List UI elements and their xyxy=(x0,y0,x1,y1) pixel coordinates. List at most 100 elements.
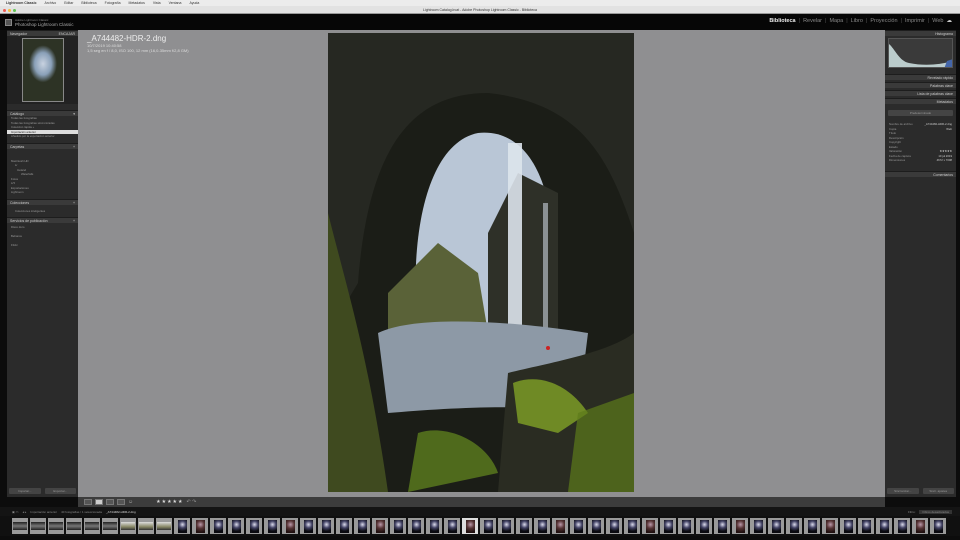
keyword-list-header[interactable]: Lista de palabras clave xyxy=(885,90,956,96)
publish-item[interactable]: Behance xyxy=(7,232,78,241)
filmstrip-thumbnail[interactable] xyxy=(840,518,856,534)
metadata-value[interactable]: Web xyxy=(946,127,952,132)
filmstrip-thumbnail[interactable] xyxy=(282,518,298,534)
folder-item[interactable]: Lightroom xyxy=(7,190,78,195)
filmstrip-source[interactable]: Importación anterior xyxy=(30,510,57,514)
menu-app[interactable]: Lightroom Classic xyxy=(6,1,37,5)
compare-view-icon[interactable] xyxy=(106,499,114,505)
module-biblioteca[interactable]: Biblioteca xyxy=(769,18,795,24)
filmstrip-thumbnail[interactable] xyxy=(354,518,370,534)
filmstrip-thumbnail[interactable] xyxy=(462,518,478,534)
histogram-header[interactable]: Histograma xyxy=(885,30,956,36)
filmstrip-thumbnail[interactable] xyxy=(894,518,910,534)
filmstrip-thumbnail[interactable] xyxy=(498,518,514,534)
filmstrip-thumbnail[interactable] xyxy=(120,518,136,534)
menu-fotografia[interactable]: Fotografía xyxy=(105,1,121,5)
filmstrip-thumbnail[interactable] xyxy=(264,518,280,534)
filmstrip-thumbnail[interactable] xyxy=(30,518,46,534)
filter-select[interactable]: Filtros desactivados xyxy=(919,509,952,514)
sync-settings-button[interactable]: Sincr. ajustes xyxy=(922,488,954,494)
keywording-header[interactable]: Palabras clave xyxy=(885,82,956,88)
filmstrip-thumbnail[interactable] xyxy=(624,518,640,534)
quick-develop-header[interactable]: Revelado rápido xyxy=(885,74,956,80)
navigator-preview[interactable] xyxy=(7,36,78,104)
menu-ventana[interactable]: Ventana xyxy=(169,1,182,5)
filmstrip-thumbnail[interactable] xyxy=(300,518,316,534)
filmstrip-thumbnail[interactable] xyxy=(822,518,838,534)
metadata-header[interactable]: Metadatos xyxy=(885,98,956,104)
menu-ayuda[interactable]: Ayuda xyxy=(189,1,199,5)
export-button[interactable]: Exportar... xyxy=(44,488,76,494)
metadata-value[interactable]: 4672 x 7008 xyxy=(937,158,952,163)
module-proyeccion[interactable]: Proyección xyxy=(870,18,897,24)
navigator-zoom[interactable]: ENCAJAR xyxy=(59,31,75,36)
filmstrip-thumbnail[interactable] xyxy=(642,518,658,534)
sync-metadata-button[interactable]: Sincronizar... xyxy=(887,488,919,494)
filmstrip-thumbnail[interactable] xyxy=(858,518,874,534)
comments-header[interactable]: Comentarios xyxy=(885,170,956,177)
filmstrip-thumbnail[interactable] xyxy=(84,518,100,534)
filmstrip-thumbnail[interactable] xyxy=(102,518,118,534)
collection-item[interactable]: Colecciones inteligentes xyxy=(7,209,78,214)
module-imprimir[interactable]: Imprimir xyxy=(905,18,925,24)
grid-view-icon[interactable] xyxy=(84,499,92,505)
main-photo[interactable] xyxy=(328,33,634,492)
filmstrip-thumbnail[interactable] xyxy=(66,518,82,534)
menu-biblioteca[interactable]: Biblioteca xyxy=(81,1,96,5)
menu-archivo[interactable]: Archivo xyxy=(45,1,57,5)
minimize-button[interactable] xyxy=(8,8,11,12)
import-button[interactable]: Importar... xyxy=(9,488,41,494)
menu-editar[interactable]: Editar xyxy=(64,1,73,5)
filmstrip-thumbnail[interactable] xyxy=(390,518,406,534)
filmstrip-thumbnail[interactable] xyxy=(534,518,550,534)
filmstrip-thumbnail[interactable] xyxy=(138,518,154,534)
rating-stars[interactable]: ★★★★★ xyxy=(156,499,183,505)
filmstrip-thumbnail[interactable] xyxy=(408,518,424,534)
filmstrip-thumbnail[interactable] xyxy=(930,518,946,534)
filmstrip-thumbnail[interactable] xyxy=(876,518,892,534)
survey-view-icon[interactable] xyxy=(117,499,125,505)
filmstrip-thumbnail[interactable] xyxy=(192,518,208,534)
module-web[interactable]: Web xyxy=(932,18,943,24)
nav-arrows[interactable]: ◂ ▸ xyxy=(23,510,27,514)
filmstrip-thumbnail[interactable] xyxy=(696,518,712,534)
filmstrip-thumbnail[interactable] xyxy=(318,518,334,534)
filmstrip-thumbnail[interactable] xyxy=(588,518,604,534)
filmstrip-thumbnail[interactable] xyxy=(804,518,820,534)
filmstrip-thumbnail[interactable] xyxy=(246,518,262,534)
filmstrip-thumbnail[interactable] xyxy=(156,518,172,534)
filmstrip-thumbnail[interactable] xyxy=(660,518,676,534)
menu-vista[interactable]: Vista xyxy=(153,1,161,5)
filmstrip-thumbnail[interactable] xyxy=(228,518,244,534)
filmstrip-thumbnail[interactable] xyxy=(480,518,496,534)
filmstrip-thumbnail[interactable] xyxy=(426,518,442,534)
filmstrip-thumbnail[interactable] xyxy=(48,518,64,534)
filmstrip-thumbnail[interactable] xyxy=(786,518,802,534)
metadata-field[interactable]: Dimensiones 4672 x 7008 xyxy=(885,158,956,163)
filmstrip-thumbnail[interactable] xyxy=(678,518,694,534)
filmstrip-thumbnail[interactable] xyxy=(732,518,748,534)
filmstrip-thumbnail[interactable] xyxy=(714,518,730,534)
loupe-view-icon[interactable] xyxy=(95,499,103,505)
metadata-preset-select[interactable]: Predeterminado xyxy=(888,110,953,116)
close-button[interactable] xyxy=(3,8,6,12)
module-libro[interactable]: Libro xyxy=(851,18,863,24)
catalog-item[interactable]: Añadido por la exportación anterior xyxy=(7,134,78,139)
filmstrip-thumbnail[interactable] xyxy=(372,518,388,534)
filmstrip-thumbnail[interactable] xyxy=(12,518,28,534)
second-window-icon[interactable]: ▣ ▭ xyxy=(12,510,19,514)
filmstrip-thumbnail[interactable] xyxy=(912,518,928,534)
module-revelar[interactable]: Revelar xyxy=(803,18,822,24)
zoom-button[interactable] xyxy=(13,8,16,12)
menu-metadatos[interactable]: Metadatos xyxy=(129,1,145,5)
cloud-icon[interactable]: ☁ xyxy=(947,18,953,24)
filmstrip-thumbnail[interactable] xyxy=(210,518,226,534)
filmstrip-thumbnail[interactable] xyxy=(606,518,622,534)
filmstrip-thumbnail[interactable] xyxy=(768,518,784,534)
people-view-icon[interactable]: ☺ xyxy=(128,499,133,505)
filmstrip-thumbnail[interactable] xyxy=(750,518,766,534)
module-mapa[interactable]: Mapa xyxy=(829,18,843,24)
filmstrip-thumbnail[interactable] xyxy=(444,518,460,534)
publish-item[interactable]: Flickr xyxy=(7,241,78,250)
filmstrip-thumbnail[interactable] xyxy=(174,518,190,534)
